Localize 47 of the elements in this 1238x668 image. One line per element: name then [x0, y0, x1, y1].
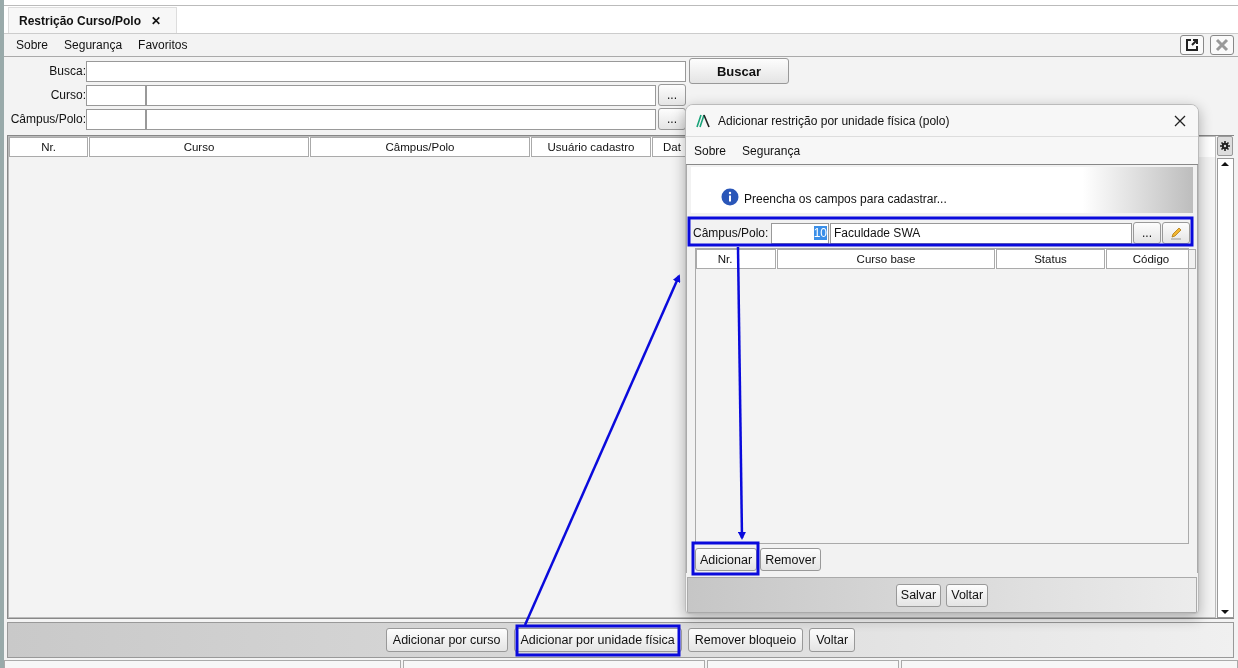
- column-header[interactable]: Usuário cadastro: [531, 137, 651, 157]
- external-link-icon[interactable]: [1180, 35, 1204, 55]
- field-label: Curso:: [49, 88, 86, 102]
- field-label: Câmpus/Polo:: [693, 226, 770, 240]
- code-field[interactable]: [86, 108, 146, 130]
- list-button[interactable]: Adicionar: [695, 548, 758, 571]
- action-button[interactable]: Adicionar por unidade física: [513, 628, 682, 652]
- menu-item[interactable]: Favoritos: [130, 38, 196, 52]
- column-header[interactable]: Nr.: [696, 249, 776, 269]
- edit-button[interactable]: [1162, 222, 1190, 244]
- column-header[interactable]: Código: [1106, 249, 1196, 269]
- column-header[interactable]: Curso: [89, 137, 309, 157]
- footer-button[interactable]: Voltar: [946, 583, 989, 607]
- action-button[interactable]: Remover bloqueio: [687, 628, 804, 652]
- code-field[interactable]: [86, 84, 146, 106]
- name-field[interactable]: [146, 108, 656, 130]
- info-message: Preencha os campos para cadastrar...: [744, 192, 947, 206]
- action-button[interactable]: Voltar: [809, 628, 856, 652]
- scrollbar[interactable]: [1216, 158, 1234, 618]
- footer-button[interactable]: Salvar: [895, 583, 942, 607]
- highlight-box: [691, 541, 760, 576]
- name-field[interactable]: [146, 84, 656, 106]
- dialog-title: Adicionar restrição por unidade física (polo): [718, 113, 950, 128]
- column-header[interactable]: Curso base: [777, 249, 995, 269]
- column-header[interactable]: Nr.: [9, 137, 88, 157]
- menu-item[interactable]: Segurança: [734, 143, 809, 158]
- info-icon: [721, 188, 739, 206]
- browse-button[interactable]: ...: [1133, 222, 1161, 244]
- logo-icon: [696, 113, 710, 128]
- list-button[interactable]: Remover: [760, 548, 821, 571]
- action-button[interactable]: Adicionar por curso: [385, 628, 508, 652]
- name-field[interactable]: Faculdade SWA: [830, 222, 1132, 244]
- close-icon[interactable]: [1174, 114, 1186, 127]
- search-button[interactable]: Buscar: [689, 58, 789, 84]
- close-tab-button[interactable]: ✕: [151, 13, 162, 28]
- column-header[interactable]: Câmpus/Polo: [310, 137, 530, 157]
- browse-button[interactable]: ...: [658, 108, 686, 130]
- settings-icon[interactable]: [1217, 136, 1233, 156]
- field-label: Busca:: [48, 64, 86, 78]
- column-header[interactable]: Status: [996, 249, 1105, 269]
- menu-item[interactable]: Sobre: [8, 38, 57, 52]
- tab[interactable]: Restrição Curso/Polo ✕: [8, 7, 178, 33]
- pencil-icon: [1169, 226, 1183, 240]
- browse-button[interactable]: ...: [658, 84, 686, 106]
- search-field[interactable]: [86, 60, 686, 82]
- field-label: Câmpus/Polo:: [9, 112, 86, 126]
- menu-item[interactable]: Segurança: [56, 38, 131, 52]
